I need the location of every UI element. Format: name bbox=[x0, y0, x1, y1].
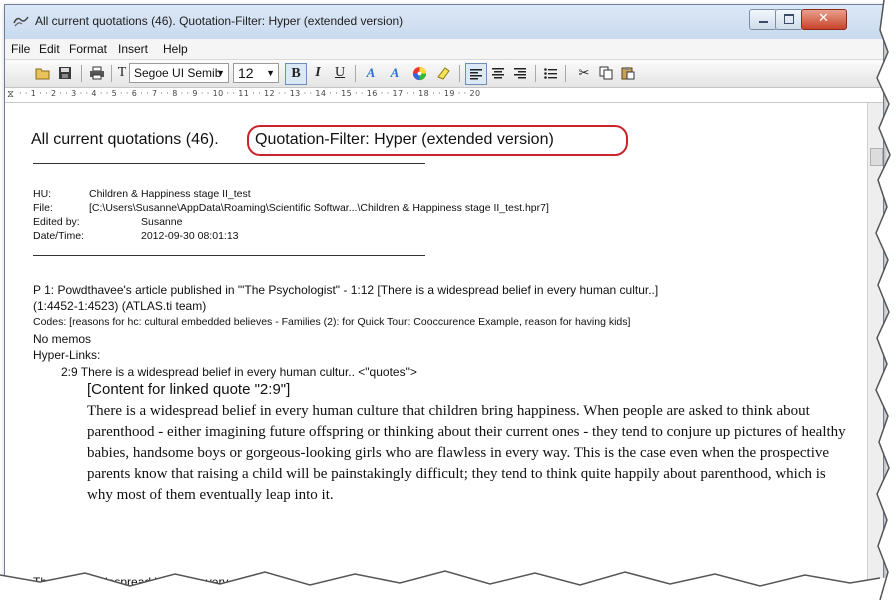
torn-edge-decoration bbox=[0, 0, 896, 600]
